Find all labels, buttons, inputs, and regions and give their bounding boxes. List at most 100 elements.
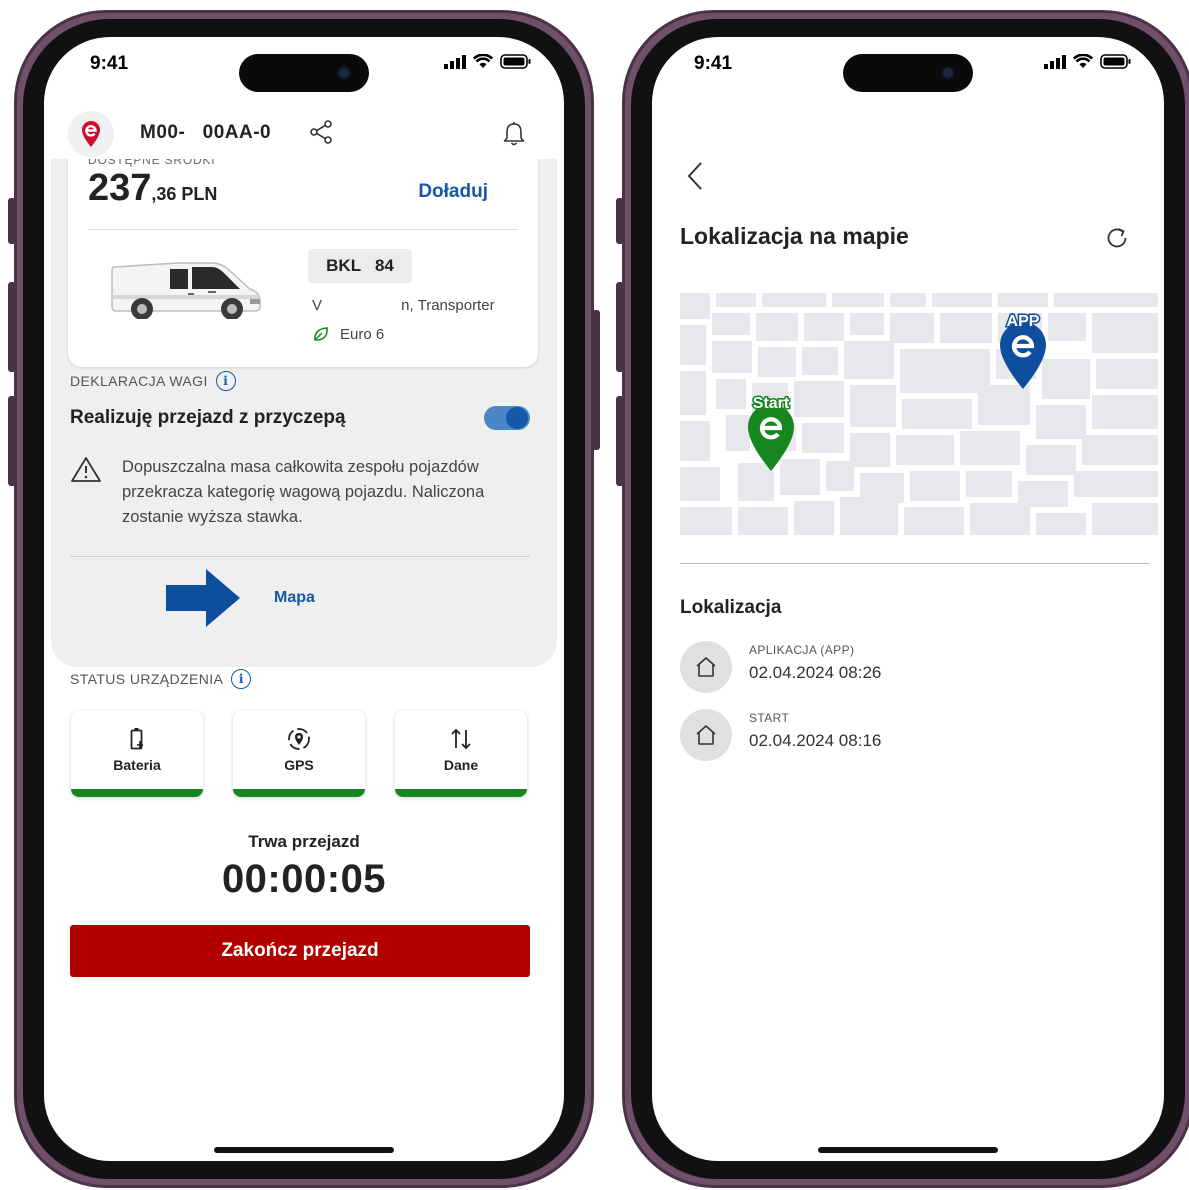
screen: 9:41 DOSTĘPNE ŚRODKI 237,36 PLN Doładuj [44,37,564,1161]
map-block [826,461,854,491]
map-block [978,385,1030,425]
map-link[interactable]: Mapa [274,589,315,607]
status-bar-ok [71,789,203,797]
map-block [998,293,1048,307]
map-block [680,293,710,319]
warning-text: Dopuszczalna masa całkowita zespołu poja… [122,458,485,526]
battery-icon [500,54,531,69]
map-block [1096,359,1158,389]
divider [70,556,530,557]
trailer-label: Realizuję przejazd z przyczepą [70,407,346,428]
map-block [850,433,890,467]
map-block [1054,293,1158,307]
divider [680,563,1150,564]
map-block [844,341,894,379]
map-block [716,293,756,307]
status-icons [1044,54,1132,69]
trip-timer: 00:00:05 [221,857,387,901]
map-block [896,435,954,465]
map-block [902,399,972,429]
status-bar-ok [233,789,365,797]
arrow-right-icon [166,569,240,627]
status-tile-data[interactable]: Dane [395,711,527,797]
info-icon[interactable]: i [231,669,252,689]
signal-icon [1044,54,1066,69]
home-icon [696,725,716,745]
back-arrow-icon[interactable] [686,161,704,191]
app-header: M00- 00AA-0 [44,109,564,159]
end-trip-button[interactable]: Zakończ przejazd [70,925,530,977]
battery-icon [1100,54,1131,69]
emission-class: Euro 6 [312,325,384,343]
page-title: Lokalizacja na mapie [680,223,909,249]
info-icon[interactable]: i [215,371,236,391]
location-map[interactable]: Start APP [680,293,1158,535]
trailer-toggle[interactable] [484,406,530,430]
status-icons [444,54,532,69]
map-block [680,507,732,535]
map-block [758,347,796,377]
status-tile-gps[interactable]: GPS [233,711,365,797]
van-image [111,262,261,319]
location-section-title: Lokalizacja [680,597,782,618]
data-transfer-icon [451,728,471,750]
phone-left: 9:41 DOSTĘPNE ŚRODKI 237,36 PLN Doładuj [8,10,600,1188]
map-block [712,341,752,373]
map-block [1048,313,1086,341]
map-block [900,349,990,393]
map-block [802,347,838,375]
map-block [680,467,720,501]
funds-amount-fraction: ,36 PLN [151,184,218,204]
map-block [1082,435,1158,465]
map-block [1092,503,1158,535]
app-marker[interactable]: APP [994,313,1052,391]
topup-button[interactable]: Doładuj [418,181,488,203]
map-block [1092,313,1158,353]
signal-icon [444,54,466,69]
emission-label: Euro 6 [340,325,385,343]
map-block [832,293,884,307]
status-time: 9:41 [694,53,733,74]
weight-declaration-text: DEKLARACJA WAGI [70,373,208,389]
status-time: 9:41 [90,53,129,74]
funds-amount-whole: 237 [88,167,152,209]
trip-status-label: Trwa przejazd [248,832,360,851]
refresh-icon[interactable] [1104,225,1130,251]
wifi-icon [473,54,493,68]
map-block [966,471,1012,497]
map-block [1036,513,1086,535]
e-pin-logo-icon [82,121,100,147]
map-block [1092,395,1158,429]
map-block [1074,471,1158,497]
leaf-icon [314,327,328,341]
home-indicator[interactable] [818,1147,998,1153]
registration-plate: BKL 84 [308,249,412,283]
device-status-text: STATUS URZĄDZENIA [70,671,224,687]
location-datetime: 02.04.2024 08:26 [749,663,882,682]
dynamic-island [239,54,369,92]
share-icon[interactable] [308,119,334,145]
vehicle-card: DOSTĘPNE ŚRODKI 237,36 PLN Doładuj BKL 8… [68,151,538,367]
toggle-knob [506,407,528,429]
home-indicator[interactable] [214,1147,394,1153]
start-marker[interactable]: Start [742,395,800,473]
status-bar-ok [395,789,527,797]
location-icon-circle [680,641,732,693]
map-block [756,313,798,341]
device-status-label: STATUS URZĄDZENIA i [70,669,252,689]
map-block [940,313,992,343]
status-tile-battery[interactable]: Bateria [71,711,203,797]
warning-icon [71,457,101,482]
map-block [804,313,844,341]
funds-amount: 237,36 PLN [88,167,217,210]
tile-label: Bateria [113,757,161,773]
dynamic-island [843,54,973,92]
bell-icon[interactable] [502,121,526,147]
map-block [850,313,884,335]
map-block [890,293,926,307]
vehicle-model: V n, Transporter [312,297,495,314]
tile-label: Dane [443,757,479,773]
vehicle-plate-title: M00- 00AA-0 [140,122,272,143]
map-block [680,421,710,461]
map-block [680,325,706,365]
